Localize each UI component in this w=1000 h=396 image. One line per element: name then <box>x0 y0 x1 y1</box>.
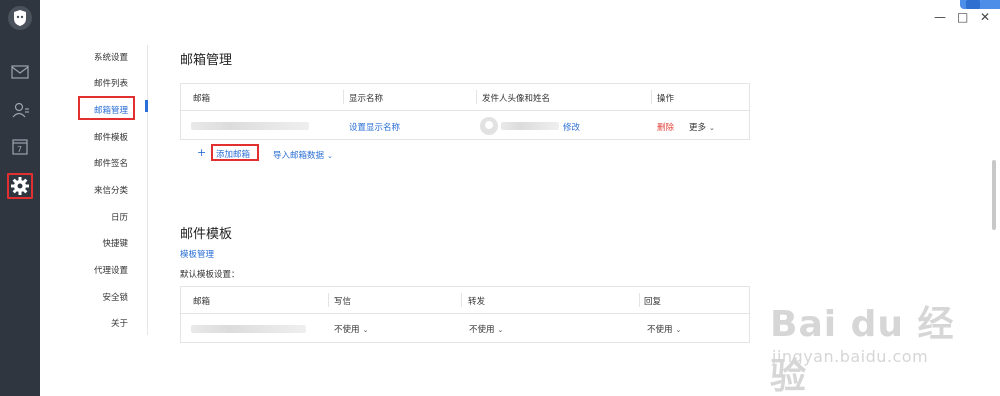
col-mailbox: 邮箱 <box>193 297 211 307</box>
nav-item-system[interactable]: 系统设置 <box>94 51 128 63</box>
blurred-sender-name <box>501 122 559 130</box>
forward-template-select[interactable]: 不使用 ⌄ <box>469 323 503 335</box>
nav-item-security-lock[interactable]: 安全锁 <box>102 291 128 303</box>
forward-value: 不使用 <box>469 325 495 335</box>
watermark-logo: Bai du 经验 <box>770 304 955 396</box>
nav-item-mail-list[interactable]: 邮件列表 <box>94 77 128 89</box>
watermark: Bai du 经验 jingyan.baidu.com <box>770 285 970 396</box>
chevron-down-icon: ⌄ <box>362 326 369 334</box>
nav-item-classification[interactable]: 来信分类 <box>94 184 128 196</box>
nav-item-calendar[interactable]: 日历 <box>111 211 128 223</box>
settings-icon[interactable] <box>7 173 33 199</box>
template-section-title: 邮件模板 <box>180 227 233 242</box>
nav-item-shortcuts[interactable]: 快捷键 <box>102 237 128 249</box>
col-reply: 回复 <box>644 297 662 307</box>
watermark-url: jingyan.baidu.com <box>772 347 929 366</box>
blurred-email <box>191 122 309 130</box>
write-template-select[interactable]: 不使用 ⌄ <box>334 323 368 335</box>
minimize-button[interactable]: — <box>934 10 946 24</box>
avatar[interactable] <box>480 117 498 135</box>
nav-item-proxy[interactable]: 代理设置 <box>94 264 128 276</box>
chevron-down-icon: ⌄ <box>327 152 333 160</box>
template-table: 邮箱 写信 转发 回复 不使用 ⌄ 不使用 ⌄ 不使用 ⌄ <box>180 286 750 343</box>
reply-template-select[interactable]: 不使用 ⌄ <box>647 323 681 335</box>
top-badge <box>960 0 1000 9</box>
mail-icon[interactable] <box>10 62 30 82</box>
maximize-button[interactable]: □ <box>957 10 968 24</box>
scrollbar[interactable] <box>992 160 996 230</box>
calendar-day-number: 7 <box>17 145 22 154</box>
col-display-name: 显示名称 <box>349 94 384 104</box>
calendar-icon[interactable]: 7 <box>10 137 30 157</box>
more-label: 更多 <box>689 123 707 133</box>
import-mailbox-data-dropdown[interactable]: 导入邮箱数据 ⌄ <box>273 149 333 161</box>
add-mailbox-button[interactable]: 添加邮箱 <box>216 148 250 160</box>
nav-divider <box>147 45 148 335</box>
set-display-name-link[interactable]: 设置显示名称 <box>349 121 400 133</box>
chevron-down-icon: ⌄ <box>709 124 715 132</box>
table-header: 邮箱 显示名称 发件人头像和姓名 操作 <box>181 84 749 111</box>
delete-button[interactable]: 删除 <box>657 121 674 133</box>
table-header: 邮箱 写信 转发 回复 <box>181 287 749 314</box>
highlight-box <box>78 96 135 120</box>
col-sender-avatar: 发件人头像和姓名 <box>482 94 551 104</box>
default-template-label: 默认模板设置： <box>180 270 240 280</box>
col-actions: 操作 <box>657 94 675 104</box>
nav-item-about[interactable]: 关于 <box>111 317 128 329</box>
chevron-down-icon: ⌄ <box>675 326 682 334</box>
nav-item-mail-template[interactable]: 邮件模板 <box>94 131 128 143</box>
col-forward: 转发 <box>468 297 486 307</box>
import-label: 导入邮箱数据 <box>273 151 325 161</box>
logo-icon[interactable] <box>8 6 32 30</box>
add-plus-icon[interactable]: + <box>197 146 206 159</box>
edit-link[interactable]: 修改 <box>563 121 580 133</box>
col-mailbox: 邮箱 <box>193 94 211 104</box>
reply-value: 不使用 <box>647 325 673 335</box>
app-rail: 7 <box>0 0 40 396</box>
contacts-icon[interactable] <box>10 100 30 120</box>
mailbox-section-title: 邮箱管理 <box>180 53 233 68</box>
col-write: 写信 <box>334 297 352 307</box>
blurred-email <box>191 325 306 333</box>
chevron-down-icon: ⌄ <box>497 326 504 334</box>
write-value: 不使用 <box>334 325 360 335</box>
nav-item-signature[interactable]: 邮件签名 <box>94 157 128 169</box>
template-manage-link[interactable]: 模板管理 <box>180 248 214 260</box>
close-button[interactable]: ✕ <box>980 10 990 24</box>
mailbox-table: 邮箱 显示名称 发件人头像和姓名 操作 设置显示名称 修改 删除 更多 ⌄ <box>180 83 750 140</box>
more-dropdown[interactable]: 更多 ⌄ <box>689 121 715 133</box>
nav-active-indicator <box>145 100 148 112</box>
